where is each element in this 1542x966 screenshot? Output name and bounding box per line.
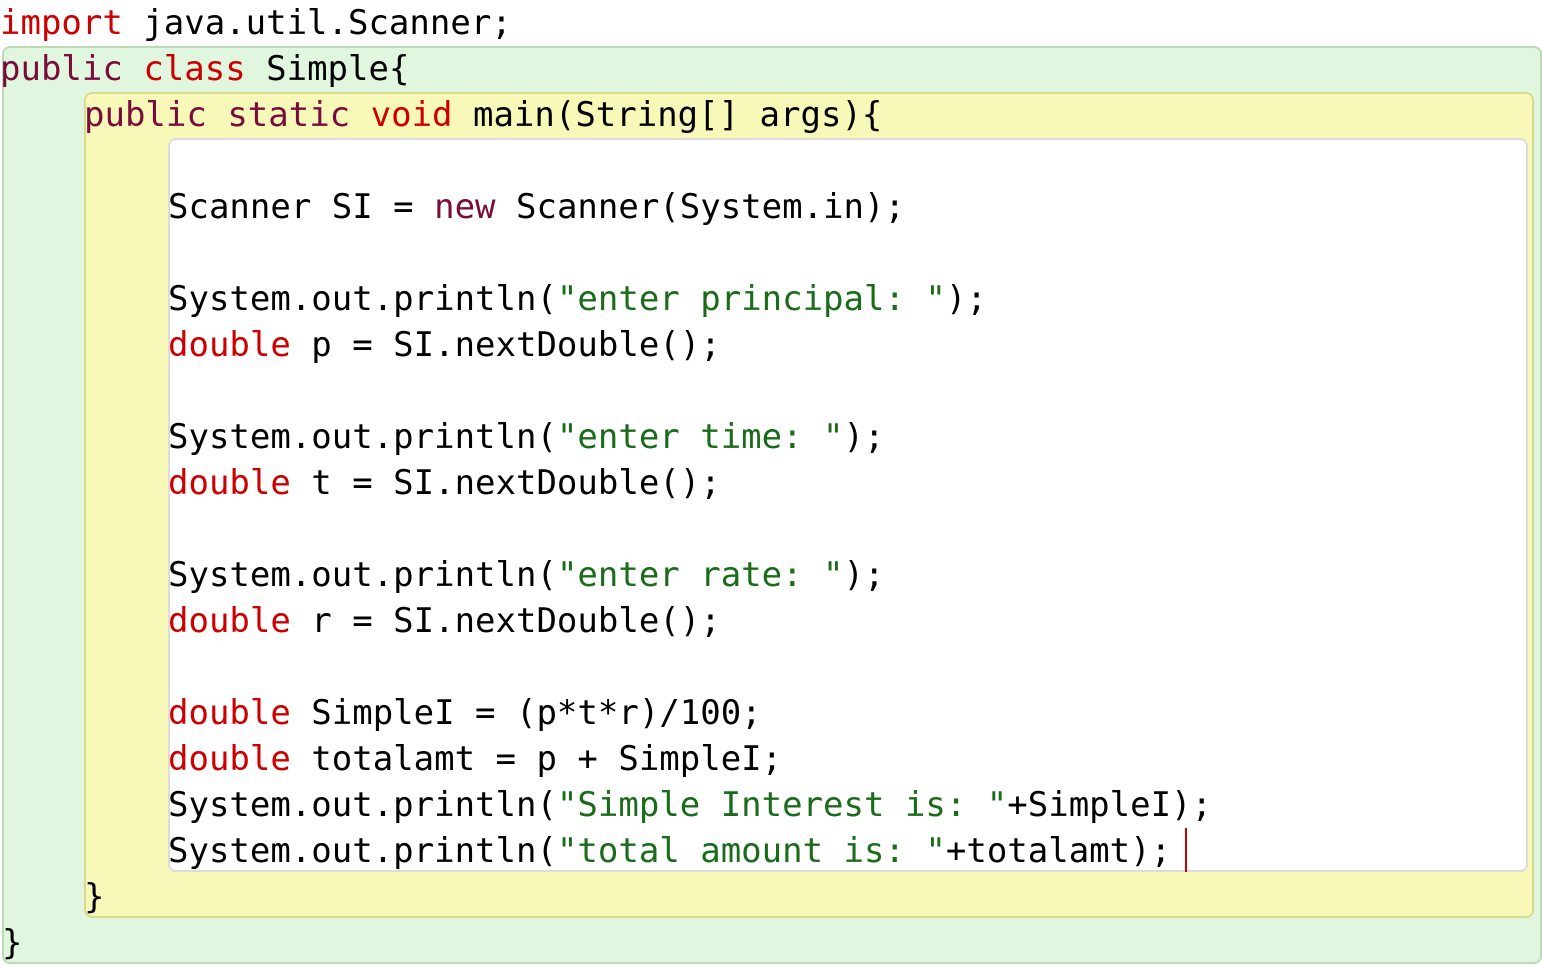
double-keyword: double bbox=[168, 463, 291, 503]
code-line-main-signature[interactable]: public static void main(String[] args){ bbox=[84, 92, 882, 138]
static-keyword: static bbox=[227, 95, 351, 135]
code-line-print-principal[interactable]: System.out.println("enter principal: "); bbox=[168, 276, 987, 322]
println-call: System.out.println( bbox=[168, 785, 557, 825]
variable-assignment: p = SI.nextDouble(); bbox=[290, 325, 721, 365]
new-keyword: new bbox=[434, 187, 496, 227]
statement-end: ); bbox=[843, 417, 885, 457]
string-literal: "enter rate: " bbox=[556, 555, 844, 595]
code-line-import[interactable]: import java.util.Scanner; bbox=[0, 0, 512, 46]
code-line-read-rate[interactable]: double r = SI.nextDouble(); bbox=[168, 598, 721, 644]
code-line-class-close[interactable]: } bbox=[2, 920, 22, 966]
variable-assignment: r = SI.nextDouble(); bbox=[290, 601, 721, 641]
public-keyword: public bbox=[84, 95, 207, 135]
variable-assignment: t = SI.nextDouble(); bbox=[290, 463, 721, 503]
closing-brace: } bbox=[2, 923, 23, 963]
main-method-signature: main(String[] args){ bbox=[452, 95, 883, 135]
code-line-print-total[interactable]: System.out.println("total amount is: "+t… bbox=[168, 828, 1171, 874]
code-line-compute-total[interactable]: double totalamt = p + SimpleI; bbox=[168, 736, 782, 782]
double-keyword: double bbox=[168, 693, 291, 733]
println-call: System.out.println( bbox=[168, 555, 557, 595]
code-line-class-declaration[interactable]: public class Simple{ bbox=[0, 46, 409, 92]
statement-end: ); bbox=[843, 555, 885, 595]
string-literal: "Simple Interest is: " bbox=[556, 785, 1008, 825]
code-line-print-time[interactable]: System.out.println("enter time: "); bbox=[168, 414, 884, 460]
code-line-read-principal[interactable]: double p = SI.nextDouble(); bbox=[168, 322, 721, 368]
double-keyword: double bbox=[168, 739, 291, 779]
interest-formula: SimpleI = (p*t*r)/100; bbox=[290, 693, 762, 733]
code-editor[interactable]: import java.util.Scanner; public class S… bbox=[0, 0, 1542, 966]
text-cursor bbox=[1185, 828, 1187, 872]
double-keyword: double bbox=[168, 601, 291, 641]
total-formula: totalamt = p + SimpleI; bbox=[290, 739, 783, 779]
public-keyword: public bbox=[0, 49, 123, 89]
string-literal: "enter time: " bbox=[556, 417, 844, 457]
string-literal: "enter principal: " bbox=[556, 279, 946, 319]
code-line-print-rate[interactable]: System.out.println("enter rate: "); bbox=[168, 552, 884, 598]
statement-end: +SimpleI); bbox=[1007, 785, 1212, 825]
import-statement: java.util.Scanner; bbox=[122, 3, 512, 43]
class-keyword: class bbox=[143, 49, 246, 89]
void-keyword: void bbox=[370, 95, 453, 135]
statement-end: +totalamt); bbox=[945, 831, 1172, 871]
class-name: Simple{ bbox=[245, 49, 410, 89]
closing-brace: } bbox=[84, 877, 105, 917]
println-call: System.out.println( bbox=[168, 831, 557, 871]
double-keyword: double bbox=[168, 325, 291, 365]
scanner-declaration: Scanner SI = bbox=[168, 187, 435, 227]
code-line-print-interest[interactable]: System.out.println("Simple Interest is: … bbox=[168, 782, 1212, 828]
statement-end: ); bbox=[945, 279, 987, 319]
import-keyword: import bbox=[0, 3, 123, 43]
code-line-compute-interest[interactable]: double SimpleI = (p*t*r)/100; bbox=[168, 690, 762, 736]
code-line-scanner-init[interactable]: Scanner SI = new Scanner(System.in); bbox=[168, 184, 905, 230]
string-literal: "total amount is: " bbox=[556, 831, 946, 871]
code-line-method-close[interactable]: } bbox=[84, 874, 104, 920]
println-call: System.out.println( bbox=[168, 417, 557, 457]
scanner-constructor: Scanner(System.in); bbox=[495, 187, 905, 227]
code-line-read-time[interactable]: double t = SI.nextDouble(); bbox=[168, 460, 721, 506]
println-call: System.out.println( bbox=[168, 279, 557, 319]
